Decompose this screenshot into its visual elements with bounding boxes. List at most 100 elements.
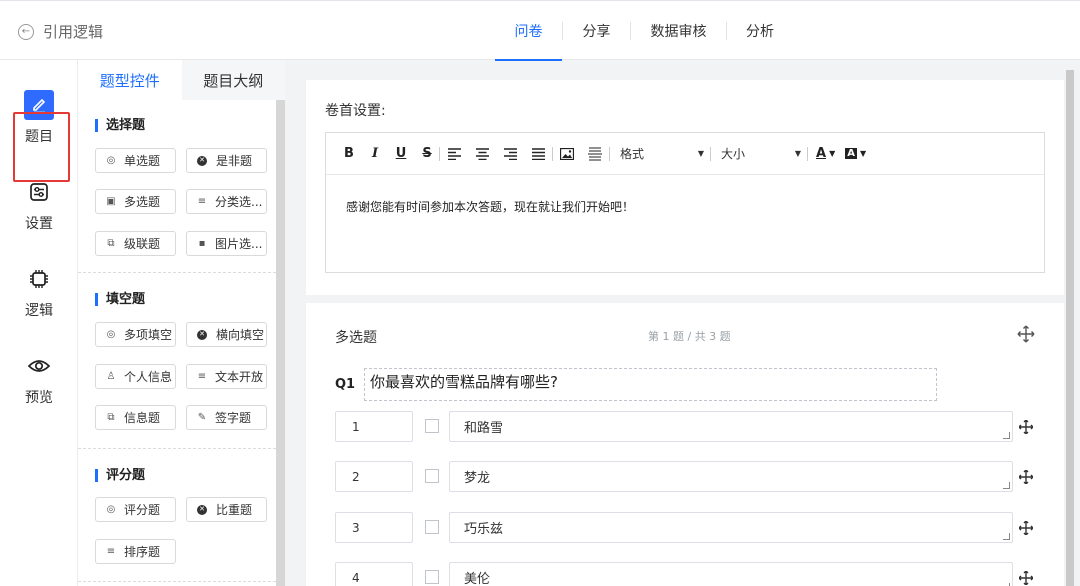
checkbox-icon: ▣ [106, 196, 116, 207]
control-ranking[interactable]: ≡ 排序题 [95, 539, 176, 564]
main-scrollbar[interactable] [1066, 70, 1074, 586]
close-circle-icon: ✕ [197, 155, 207, 166]
option-text-input[interactable]: 和路雪 [449, 411, 1013, 442]
option-text: 梦龙 [464, 471, 491, 486]
italic-button[interactable]: I [369, 146, 381, 161]
question-type-label: 多选题 [335, 330, 377, 346]
back-button[interactable]: ← 引用逻辑 [18, 21, 103, 42]
caret-down-icon: ▼ [859, 149, 867, 158]
toolbar-divider [609, 146, 610, 161]
align-justify-icon[interactable] [530, 147, 546, 160]
question-number: Q1 [335, 377, 356, 392]
editor-content[interactable]: 感谢您能有时间参加本次答题，现在就让我们开始吧！ [326, 175, 1044, 215]
move-icon[interactable] [1017, 325, 1035, 343]
list-icon: ≡ [106, 546, 116, 557]
align-right-icon[interactable] [502, 147, 518, 160]
caret-down-icon: ▼ [794, 149, 801, 158]
option-text: 美伦 [464, 572, 491, 586]
resize-handle-icon[interactable] [1003, 533, 1010, 540]
control-info[interactable]: ⧉ 信息题 [95, 405, 176, 430]
underline-button[interactable]: U [395, 146, 407, 161]
eye-icon [24, 351, 54, 381]
option-checkbox[interactable] [425, 469, 439, 483]
control-personal-info[interactable]: ♙ 个人信息 [95, 364, 176, 389]
option-index-input[interactable]: 3 [335, 512, 413, 543]
resize-handle-icon[interactable] [1003, 432, 1010, 439]
tab-questionnaire[interactable]: 问卷 [495, 1, 562, 61]
control-label: 分类选... [215, 195, 263, 209]
radio-circle-icon: ◎ [106, 155, 116, 166]
section-divider [78, 448, 276, 449]
format-select[interactable]: 格式 ▼ [620, 145, 704, 162]
question-title-input[interactable]: 你最喜欢的雪糕品牌有哪些? [364, 368, 937, 401]
control-true-false[interactable]: ✕ 是非题 [186, 148, 267, 173]
control-label: 图片选... [215, 237, 263, 251]
bold-button[interactable]: B [343, 146, 355, 161]
insert-image-icon[interactable] [559, 147, 575, 160]
header-settings-card: 卷首设置: B I U S 格式 ▼ 大小 ▼ A ▼ A ▼ 感谢您能有时间参… [306, 80, 1064, 295]
control-open-text[interactable]: ≡ 文本开放 [186, 364, 267, 389]
option-index-input[interactable]: 1 [335, 411, 413, 442]
back-arrow-icon: ← [18, 23, 34, 40]
control-cascade[interactable]: ⧉ 级联题 [95, 231, 176, 256]
control-signature[interactable]: ✎ 签字题 [186, 405, 267, 430]
horizontal-rule-icon[interactable] [587, 146, 603, 161]
format-select-label: 格式 [620, 147, 645, 161]
control-multi-fill[interactable]: ◎ 多项填空 [95, 322, 176, 347]
section-title-fill: 填空题 [95, 293, 145, 306]
rail-item-preview[interactable]: 预览 [0, 351, 78, 407]
tab-question-outline[interactable]: 题目大纲 [181, 60, 285, 100]
control-label: 多选题 [124, 195, 161, 209]
control-rating[interactable]: ◎ 评分题 [95, 497, 176, 522]
option-text: 和路雪 [464, 421, 504, 436]
image-icon: ▪ [198, 238, 206, 249]
control-label: 单选题 [124, 154, 161, 168]
rail-label: 预览 [25, 390, 53, 406]
control-single-choice[interactable]: ◎ 单选题 [95, 148, 176, 173]
option-text-input[interactable]: 梦龙 [449, 461, 1013, 492]
control-label: 是非题 [216, 154, 253, 168]
option-checkbox[interactable] [425, 419, 439, 433]
move-option-icon[interactable] [1018, 419, 1034, 435]
option-text-input[interactable]: 巧乐兹 [449, 512, 1013, 543]
question-card: 多选题 第 1 题 / 共 3 题 Q1 你最喜欢的雪糕品牌有哪些? 1 和路雪… [306, 303, 1064, 586]
control-multi-choice[interactable]: ▣ 多选题 [95, 189, 176, 214]
control-image-choice[interactable]: ▪ 图片选... [186, 231, 267, 256]
section-divider [78, 272, 276, 273]
radio-circle-icon: ◎ [106, 504, 116, 515]
background-color-label: A [845, 148, 857, 159]
tab-share[interactable]: 分享 [563, 1, 630, 61]
panel-scrollbar[interactable] [276, 100, 285, 586]
move-option-icon[interactable] [1018, 520, 1034, 536]
background-color-button[interactable]: A ▼ [845, 148, 866, 159]
option-checkbox[interactable] [425, 520, 439, 534]
rail-item-logic[interactable]: 逻辑 [0, 264, 78, 320]
resize-handle-icon[interactable] [1003, 482, 1010, 489]
control-weight[interactable]: ✕ 比重题 [186, 497, 267, 522]
option-checkbox[interactable] [425, 570, 439, 584]
control-label: 信息题 [124, 411, 161, 425]
option-index-input[interactable]: 2 [335, 461, 413, 492]
caret-down-icon: ▼ [829, 149, 836, 158]
section-divider [78, 581, 276, 582]
align-center-icon[interactable] [474, 147, 490, 160]
control-category-choice[interactable]: ≡ 分类选... [186, 189, 267, 214]
move-option-icon[interactable] [1018, 570, 1034, 586]
rail-label: 设置 [25, 216, 53, 232]
close-circle-icon: ✕ [197, 329, 207, 340]
control-label: 级联题 [124, 237, 161, 251]
option-index-input[interactable]: 4 [335, 562, 413, 586]
signature-icon: ✎ [197, 412, 207, 423]
font-color-button[interactable]: A ▼ [816, 146, 835, 161]
size-select[interactable]: 大小 ▼ [721, 145, 801, 162]
tab-analysis[interactable]: 分析 [727, 1, 793, 61]
tab-question-controls[interactable]: 题型控件 [78, 60, 182, 100]
tab-data-review[interactable]: 数据审核 [631, 1, 726, 61]
strikethrough-button[interactable]: S [421, 146, 433, 161]
align-left-icon[interactable] [446, 147, 462, 160]
control-horizontal-fill[interactable]: ✕ 横向填空 [186, 322, 267, 347]
control-label: 签字题 [215, 411, 252, 425]
move-option-icon[interactable] [1018, 469, 1034, 485]
option-text-input[interactable]: 美伦 [449, 562, 1013, 586]
rail-item-settings[interactable]: 设置 [0, 177, 78, 233]
